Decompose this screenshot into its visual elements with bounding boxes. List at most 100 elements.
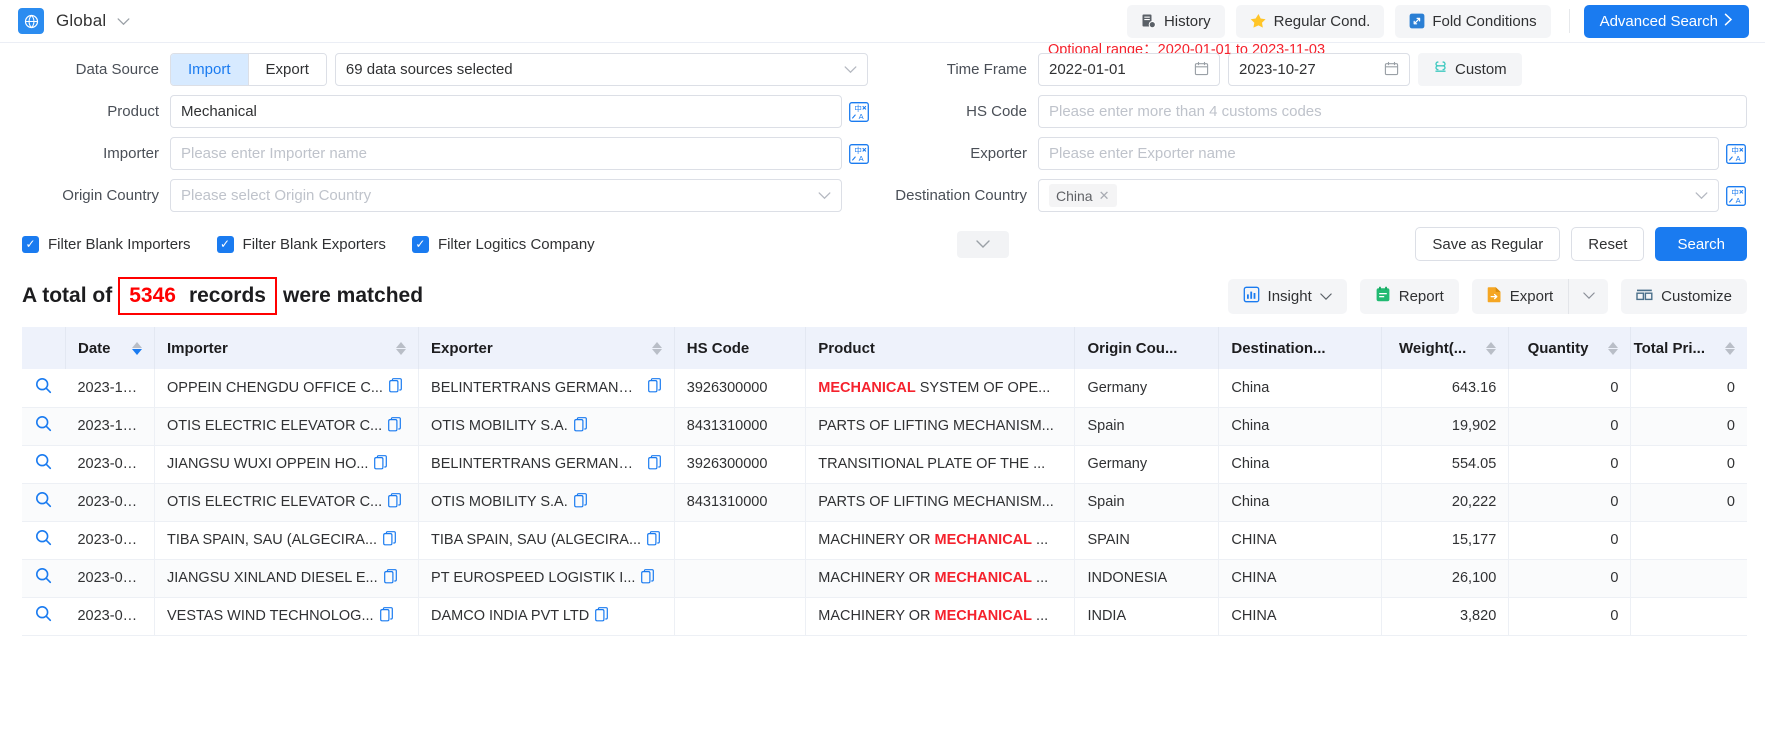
column-label: Date: [77, 339, 111, 357]
cell-weight: 3,820: [1381, 597, 1510, 636]
hs-code-input[interactable]: Please enter more than 4 customs codes: [1038, 95, 1747, 128]
filter-logistics-company-checkbox[interactable]: ✓ Filter Logitics Company: [411, 235, 595, 253]
table-header-exporter[interactable]: Exporter: [418, 327, 675, 369]
row-detail-button[interactable]: [22, 483, 66, 522]
copy-icon[interactable]: [647, 378, 662, 397]
row-detail-button[interactable]: [22, 369, 66, 408]
date-to-input[interactable]: 2023-10-27: [1228, 53, 1410, 86]
save-as-regular-button[interactable]: Save as Regular: [1415, 227, 1561, 261]
magnifier-icon[interactable]: [35, 453, 52, 474]
table-row[interactable]: 2023-10-04 OPPEIN CHENGDU OFFICE C... BELI…: [22, 369, 1747, 408]
copy-icon[interactable]: [647, 454, 662, 474]
chevron-down-icon[interactable]: [117, 14, 130, 29]
hs-code-group: HS Code Please enter more than 4 customs…: [878, 95, 1747, 128]
table-header-total-pri[interactable]: Total Pri...: [1630, 327, 1747, 369]
cell-product: PARTS OF LIFTING MECHANISM...: [805, 483, 1076, 522]
search-button[interactable]: Search: [1655, 227, 1747, 261]
copy-icon[interactable]: [374, 454, 388, 474]
sort-toggle-icon[interactable]: [386, 341, 407, 355]
table-header-importer[interactable]: Importer: [154, 327, 420, 369]
copy-icon[interactable]: [389, 378, 403, 397]
close-icon[interactable]: ✕: [1099, 188, 1110, 204]
copy-icon[interactable]: [388, 492, 402, 512]
history-label: History: [1163, 12, 1211, 30]
table-header-weight[interactable]: Weight(...: [1381, 327, 1510, 369]
table-row[interactable]: 2023-09-01 JIANGSU XINLAND DIESEL E... PT …: [22, 559, 1747, 598]
origin-country-select[interactable]: Please select Origin Country: [170, 179, 842, 212]
copy-icon[interactable]: [573, 492, 588, 512]
copy-icon[interactable]: [388, 416, 402, 436]
magnifier-icon[interactable]: [35, 567, 52, 588]
custom-icon: [1433, 60, 1448, 79]
custom-range-button[interactable]: Custom: [1418, 53, 1522, 86]
cell-hs-code: 3926300000: [674, 445, 807, 484]
sort-toggle-icon[interactable]: [1476, 341, 1497, 355]
copy-icon[interactable]: [641, 568, 655, 588]
copy-icon[interactable]: [383, 568, 398, 588]
product-input[interactable]: Mechanical: [170, 95, 842, 128]
history-icon: [1141, 13, 1157, 29]
history-button[interactable]: History: [1126, 4, 1225, 38]
sort-toggle-icon[interactable]: [642, 341, 662, 355]
date-from-input[interactable]: 2022-01-01: [1038, 53, 1220, 86]
data-sources-select[interactable]: 69 data sources selected: [334, 53, 868, 86]
insight-button[interactable]: Insight: [1227, 278, 1347, 314]
column-label: Total Pri...: [1633, 339, 1705, 357]
magnifier-icon[interactable]: [35, 605, 52, 626]
translate-icon[interactable]: 中 A: [848, 101, 870, 123]
table-header-quantity[interactable]: Quantity: [1508, 327, 1632, 369]
table-row[interactable]: 2023-09-07 TIBA SPAIN, SAU (ALGECIRA... TI…: [22, 521, 1747, 560]
advanced-search-button[interactable]: Advanced Search: [1583, 4, 1749, 38]
reset-button[interactable]: Reset: [1571, 227, 1645, 261]
regular-cond-button[interactable]: Regular Cond.: [1235, 4, 1385, 38]
filter-blank-exporters-checkbox[interactable]: ✓ Filter Blank Exporters: [216, 235, 386, 253]
filter-blank-importers-checkbox[interactable]: ✓ Filter Blank Importers: [22, 235, 191, 253]
translate-icon[interactable]: 中 A: [1725, 143, 1747, 165]
sort-toggle-icon[interactable]: [1598, 341, 1619, 355]
copy-icon[interactable]: [379, 606, 394, 626]
exporter-input[interactable]: Please enter Exporter name: [1038, 137, 1719, 170]
table-header-date[interactable]: Date: [65, 327, 156, 369]
destination-country-select[interactable]: China ✕: [1038, 179, 1719, 212]
sort-toggle-icon[interactable]: [122, 341, 143, 355]
customize-button[interactable]: Customize: [1621, 278, 1747, 314]
copy-icon[interactable]: [595, 606, 609, 626]
magnifier-icon[interactable]: [35, 491, 52, 512]
export-tab[interactable]: Export: [247, 54, 326, 85]
copy-icon[interactable]: [573, 416, 588, 436]
row-detail-button[interactable]: [22, 407, 66, 446]
table-row[interactable]: 2023-09-25 OTIS ELECTRIC ELEVATOR C... OTI…: [22, 483, 1747, 522]
translate-icon[interactable]: 中 A: [1725, 185, 1747, 207]
table-row[interactable]: 2023-10-02 OTIS ELECTRIC ELEVATOR C... OTI…: [22, 407, 1747, 446]
row-detail-button[interactable]: [22, 597, 66, 636]
copy-icon[interactable]: [383, 530, 397, 550]
fold-conditions-button[interactable]: Fold Conditions: [1395, 4, 1551, 38]
report-icon: [1375, 286, 1391, 307]
report-button[interactable]: Report: [1359, 278, 1459, 314]
custom-label: Custom: [1455, 61, 1507, 78]
export-button[interactable]: Export: [1471, 278, 1569, 314]
export-dropdown-button[interactable]: [1568, 278, 1609, 314]
globe-icon: [18, 8, 44, 34]
sort-toggle-icon[interactable]: [1715, 341, 1735, 355]
copy-icon[interactable]: [647, 530, 661, 550]
import-tab[interactable]: Import: [171, 54, 248, 85]
cell-importer: JIANGSU XINLAND DIESEL E...: [154, 559, 420, 598]
row-detail-button[interactable]: [22, 521, 66, 560]
cell-exporter-text: BELINTERTRANS GERMANY ...: [431, 379, 642, 396]
magnifier-icon[interactable]: [35, 529, 52, 550]
table-row[interactable]: 2023-09-27 JIANGSU WUXI OPPEIN HO... BELIN…: [22, 445, 1747, 484]
cell-quantity: 0: [1508, 407, 1632, 446]
cell-product: MECHANICAL SYSTEM OF OPE...: [805, 369, 1076, 408]
table-row[interactable]: 2023-08-28 VESTAS WIND TECHNOLOG... DAMCO …: [22, 597, 1747, 636]
row-detail-button[interactable]: [22, 559, 66, 598]
magnifier-icon[interactable]: [35, 377, 52, 398]
region-label: Global: [56, 11, 107, 30]
translate-icon[interactable]: 中 A: [848, 143, 870, 165]
expand-filters-button[interactable]: [956, 230, 1009, 258]
cell-product: MACHINERY OR MECHANICAL ...: [805, 521, 1076, 560]
row-detail-button[interactable]: [22, 445, 66, 484]
importer-input[interactable]: Please enter Importer name: [170, 137, 842, 170]
import-export-toggle[interactable]: Import Export: [170, 53, 327, 86]
magnifier-icon[interactable]: [35, 415, 52, 436]
